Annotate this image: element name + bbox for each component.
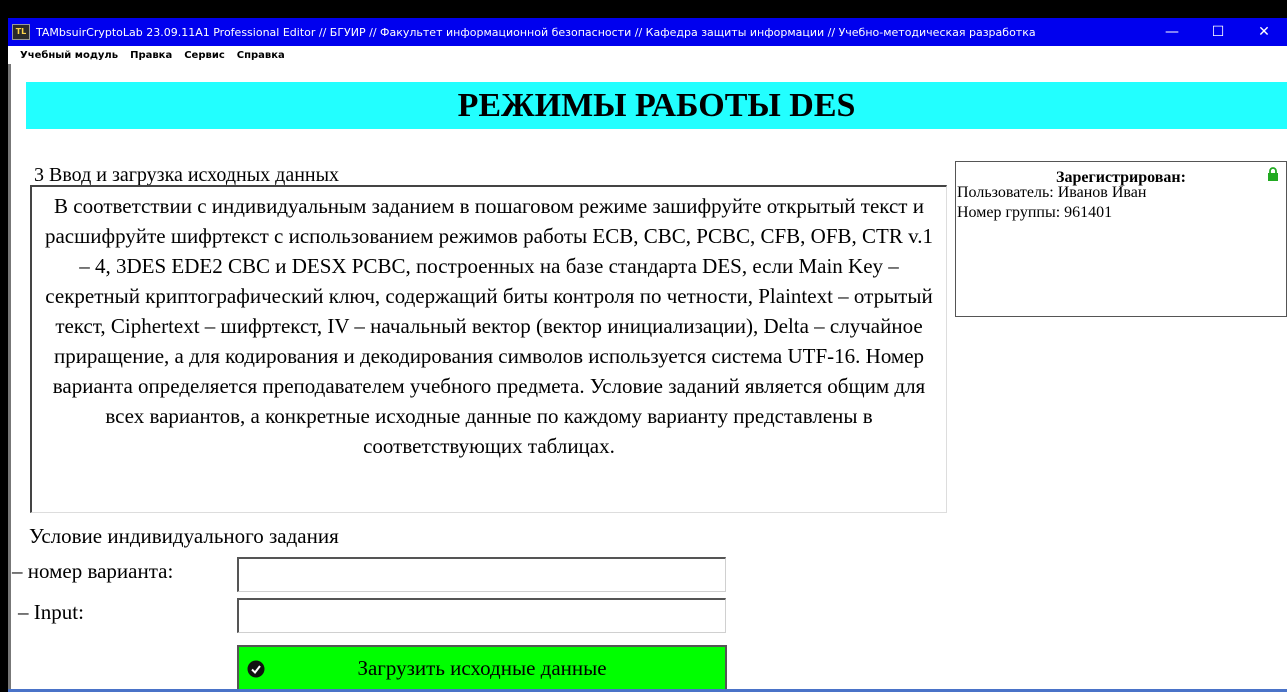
menu-item-pravka[interactable]: Правка (130, 50, 172, 61)
lock-icon (1268, 167, 1278, 181)
load-data-label: Загрузить исходные данные (357, 656, 607, 680)
menu-bar: Учебный модуль Правка Сервис Справка (8, 46, 1287, 64)
variant-input[interactable] (237, 557, 726, 592)
menu-item-spravka[interactable]: Справка (237, 50, 285, 61)
condition-title: Условие индивидуального задания (29, 524, 339, 548)
minimize-button[interactable]: — (1149, 18, 1195, 46)
menu-item-uchebny-modul[interactable]: Учебный модуль (20, 50, 118, 61)
page-title: РЕЖИМЫ РАБОТЫ DES (457, 86, 856, 124)
close-button[interactable]: ✕ (1241, 18, 1287, 46)
input-label: – Input: (18, 600, 84, 624)
heading-banner: РЕЖИМЫ РАБОТЫ DES (26, 82, 1287, 129)
window-controls: — ☐ ✕ (1149, 18, 1287, 46)
section-title: 3 Ввод и загрузка исходных данных (34, 164, 340, 186)
check-circle-icon (247, 660, 265, 678)
load-data-button[interactable]: Загрузить исходные данные (237, 645, 727, 692)
title-bar[interactable]: TL TAMbsuirCryptoLab 23.09.11A1 Professi… (8, 18, 1287, 46)
registration-group: Номер группы: 961401 (957, 204, 1113, 221)
maximize-button[interactable]: ☐ (1195, 18, 1241, 46)
variant-label: – номер варианта: (12, 559, 174, 583)
input-field[interactable] (237, 598, 726, 633)
window-title: TAMbsuirCryptoLab 23.09.11A1 Professiona… (36, 25, 1036, 39)
registration-panel: Зарегистрирован: Пользователь: Иванов Ив… (955, 161, 1287, 317)
registration-user: Пользователь: Иванов Иван (957, 184, 1147, 201)
left-border (8, 64, 11, 692)
app-window: TL TAMbsuirCryptoLab 23.09.11A1 Professi… (8, 18, 1287, 692)
menu-item-servis[interactable]: Сервис (184, 50, 225, 61)
app-icon: TL (12, 24, 30, 40)
task-description: В соответствии с индивидуальным заданием… (30, 185, 947, 513)
task-text: В соответствии с индивидуальным заданием… (44, 194, 934, 458)
